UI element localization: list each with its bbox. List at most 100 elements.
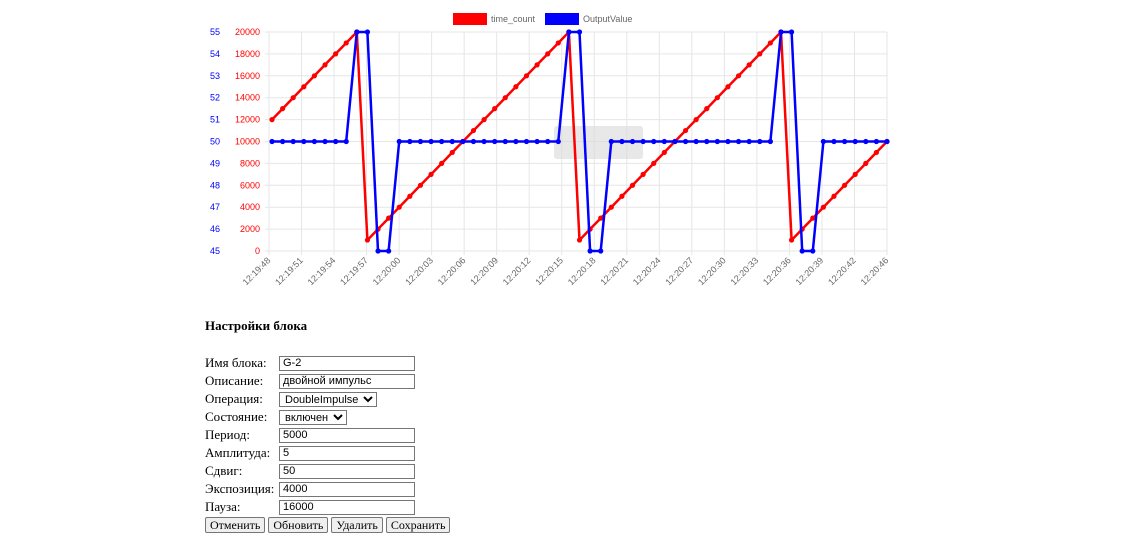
state-select[interactable]: включен <box>279 409 347 425</box>
output-value-point <box>386 248 392 254</box>
x-tick-label: 12:20:21 <box>598 255 630 287</box>
output-value-point <box>831 138 837 145</box>
output-value-point <box>396 138 402 145</box>
output-value-point <box>375 248 381 254</box>
time-count-point <box>364 237 371 243</box>
time-count-point <box>629 182 636 188</box>
description-input[interactable] <box>279 373 415 389</box>
y-right-tick-label: 16000 <box>235 71 260 81</box>
x-tick-label: 12:19:48 <box>241 255 273 287</box>
y-right-tick-label: 8000 <box>240 158 260 168</box>
output-value-point <box>651 138 657 145</box>
exposure-input[interactable] <box>279 481 415 497</box>
line-chart: 55 2000054 1800053 1600052 1400051 1200050 100… <box>210 27 891 287</box>
time-count-point <box>439 160 445 166</box>
output-value-point <box>481 138 487 145</box>
field-label: Амплитуда: <box>205 444 271 460</box>
time-count-point <box>725 84 731 90</box>
output-value-point <box>810 248 816 254</box>
x-tick-label: 12:20:30 <box>696 255 728 287</box>
output-value-point <box>555 138 561 145</box>
time-count-point <box>608 204 614 210</box>
output-value-point <box>311 138 318 145</box>
y-right-tick-label: 18000 <box>235 49 260 59</box>
time-count-point <box>269 117 275 123</box>
field-label: Имя блока: <box>205 354 267 370</box>
amplitude-input[interactable] <box>279 445 415 461</box>
time-count-point <box>545 51 551 57</box>
x-tick-label: 12:19:51 <box>273 255 305 287</box>
y-right-tick-label: 4000 <box>240 202 260 212</box>
block-name-input[interactable] <box>279 355 415 371</box>
form-row-state: Состояние: включен <box>205 408 415 425</box>
output-value-point <box>841 138 848 145</box>
y-left-tick-label: 54 <box>210 49 220 59</box>
offset-input[interactable] <box>279 463 415 479</box>
output-value-point <box>629 138 636 145</box>
time-count-point <box>651 160 657 166</box>
field-label: Операция: <box>205 390 263 406</box>
form-row-description: Описание: <box>205 372 415 389</box>
time-count-point <box>863 160 869 166</box>
output-value-point <box>290 138 296 145</box>
delete-button[interactable]: Удалить <box>331 517 383 533</box>
output-value-point <box>566 29 572 35</box>
output-value-point <box>820 138 826 145</box>
form-row-exposure: Экспозиция: <box>205 480 415 497</box>
form-row-offset: Сдвиг: <box>205 462 415 479</box>
field-label: Пауза: <box>205 498 241 514</box>
y-left-tick-label: 49 <box>210 158 220 168</box>
form-row-amplitude: Амплитуда: <box>205 444 415 461</box>
output-value-point <box>545 138 551 145</box>
field-label: Описание: <box>205 372 264 388</box>
y-right-tick-label: 6000 <box>240 180 260 190</box>
time-count-point <box>661 149 667 156</box>
time-count-point <box>407 193 413 199</box>
time-count-point <box>396 204 402 210</box>
y-right-tick-label: 0 <box>255 246 260 256</box>
time-count-point <box>746 62 752 68</box>
output-value-point <box>417 138 424 145</box>
pause-input[interactable] <box>279 499 415 515</box>
form-row-pause: Пауза: <box>205 498 415 515</box>
save-button[interactable]: Сохранить <box>385 517 451 533</box>
output-value-point <box>598 248 604 254</box>
x-tick-label: 12:20:03 <box>403 255 435 287</box>
output-value-point <box>333 138 339 145</box>
period-input[interactable] <box>279 427 415 443</box>
output-value-point <box>746 138 752 145</box>
x-tick-label: 12:19:54 <box>306 255 338 287</box>
x-tick-label: 12:20:27 <box>663 255 695 287</box>
y-left-tick-label: 51 <box>210 115 220 125</box>
output-value-point <box>735 138 742 145</box>
y-left-tick-label: 55 <box>210 27 220 37</box>
time-count-point <box>704 106 710 112</box>
time-count-point <box>481 117 487 123</box>
y-right-tick-label: 2000 <box>240 224 260 234</box>
time-count-point <box>290 95 296 101</box>
y-left-tick-label: 47 <box>210 202 220 212</box>
y-left-tick-label: 50 <box>210 137 220 147</box>
output-value-point <box>884 138 890 145</box>
time-count-point <box>852 171 858 177</box>
time-count-point <box>492 106 498 112</box>
x-tick-label: 12:20:12 <box>501 255 533 287</box>
x-tick-label: 12:20:46 <box>859 255 891 287</box>
output-value-point <box>534 138 540 145</box>
output-value-point <box>704 138 710 145</box>
x-tick-label: 12:20:15 <box>533 255 565 287</box>
cancel-button[interactable]: Отменить <box>205 517 266 533</box>
time-count-point <box>322 62 328 68</box>
time-count-point <box>619 193 625 199</box>
time-count-point <box>513 84 519 90</box>
output-value-point <box>428 138 434 145</box>
output-value-point <box>799 248 805 254</box>
output-value-point <box>269 138 275 145</box>
operation-select[interactable]: DoubleImpulse <box>279 391 377 407</box>
time-count-point <box>788 237 795 243</box>
refresh-button[interactable]: Обновить <box>268 517 329 533</box>
time-count-point <box>280 106 286 112</box>
time-count-point <box>841 182 848 188</box>
time-count-point <box>693 117 699 123</box>
field-label: Экспозиция: <box>205 480 275 496</box>
